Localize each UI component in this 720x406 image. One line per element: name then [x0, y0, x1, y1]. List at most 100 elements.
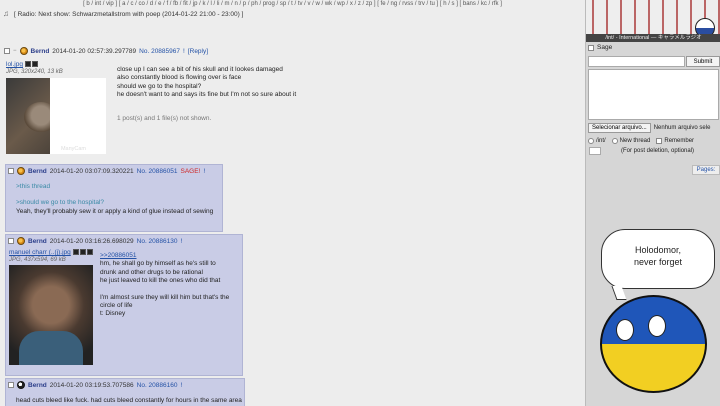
name-row: Submit — [586, 56, 720, 67]
reply-comment: >this thread >should we go to the hospit… — [16, 183, 213, 216]
omitted-notice: 1 post(s) and 1 file(s) not shown. — [117, 115, 212, 122]
banner-title: /int/ - International — キャラメルラジオ — [586, 34, 720, 42]
post-number[interactable]: No. 20886051 — [137, 168, 178, 175]
sage-option: Sage — [588, 44, 720, 51]
hide-thread-button[interactable]: − — [13, 48, 17, 54]
ukraine-countryball — [600, 295, 707, 393]
post-marker[interactable]: ! — [183, 48, 185, 55]
board-navigation[interactable]: [ b / int / vip ] [ a / c / co / d / e /… — [0, 0, 585, 9]
poster-name: Bernd — [28, 167, 47, 175]
right-eye — [648, 315, 666, 337]
op-file-info: lol.jpg JPG, 320x240, 13 kB — [6, 61, 106, 75]
sage-label: Sage — [597, 44, 613, 51]
password-input[interactable] — [589, 147, 601, 155]
board-label: /int/ — [596, 138, 606, 144]
comment-line: he just leaved to kill the ones who did … — [100, 277, 221, 285]
sage-label: SAGE! — [180, 167, 201, 175]
op-file-link[interactable]: lol.jpg — [6, 61, 23, 68]
new-thread-radio[interactable] — [611, 138, 618, 144]
comment-line: should we go to the hospital? — [117, 82, 202, 90]
password-note: (For post deletion, optional) — [621, 148, 695, 154]
comment-line: circle of life — [100, 302, 133, 310]
post-number[interactable]: No. 20885967 — [139, 48, 180, 55]
speech-bubble: Holodomor, never forget — [601, 229, 715, 289]
reply-header: Bernd 2014-01-20 03:07:09.320221 No. 208… — [8, 167, 220, 175]
board-radio[interactable] — [588, 138, 594, 144]
expand-icon[interactable] — [24, 61, 31, 68]
reply-link[interactable]: [Reply] — [188, 48, 208, 55]
op-comment: close up I can see a bit of his skull an… — [117, 66, 296, 100]
new-thread-label: New thread — [619, 138, 651, 144]
comment-line: also constantly blood is flowing over is… — [117, 74, 242, 82]
file-row: Selecionar arquivo... Nenhum arquivo sel… — [588, 123, 720, 133]
op-thumbnail[interactable]: ManyCam — [6, 78, 106, 154]
radio-text[interactable]: [ Radio: Next show: Schwarzmetallstrom w… — [14, 11, 243, 18]
radio-bar: ♫ [ Radio: Next show: Schwarzmetallstrom… — [3, 10, 243, 18]
poster-name: Bernd — [30, 47, 50, 55]
greentext-line: >should we go to the hospital? — [16, 199, 104, 207]
country-flag-icon — [17, 381, 25, 389]
pages-button[interactable]: Pages: — [692, 165, 720, 175]
reply-file-info: manuel charr (..(j).jpg JPG, 437x594, 69… — [9, 249, 93, 263]
reply-file-meta: JPG, 437x594, 69 kB — [9, 257, 66, 263]
speech-line: Holodomor, — [634, 245, 682, 255]
quote-link[interactable]: >>20886051 — [100, 252, 229, 260]
country-flag-icon — [19, 47, 28, 55]
greentext-line: >this thread — [16, 183, 51, 190]
download-icon[interactable] — [86, 249, 93, 256]
poster-name: Bernd — [28, 237, 47, 245]
reply-thumbnail[interactable] — [9, 265, 93, 365]
search-image-icon[interactable] — [31, 61, 38, 68]
remember-option: Remember — [656, 138, 694, 144]
thumb-shirt — [19, 331, 83, 365]
board-option: /int/ — [588, 138, 606, 144]
comment-line: head cuts bleed like fuck. had cuts blee… — [16, 397, 242, 404]
reply-header: Bernd 2014-01-20 03:19:53.707586 No. 208… — [8, 381, 242, 389]
comment-line: close up I can see a bit of his skull an… — [117, 66, 283, 73]
reply-checkbox[interactable] — [8, 168, 14, 174]
board-banner[interactable]: /int/ - International — キャラメルラジオ — [586, 0, 720, 42]
submit-button[interactable]: Submit — [686, 56, 720, 67]
post-marker[interactable]: ! — [203, 168, 205, 175]
post-date: 2014-01-20 03:07:09.320221 — [49, 167, 134, 175]
comment-line: he doesn't want to and says its fine but… — [117, 91, 297, 99]
no-file-label: Nenhum arquivo sele — [653, 125, 711, 131]
comment-line: t: Disney — [100, 310, 126, 318]
country-flag-icon — [17, 167, 25, 175]
post-marker[interactable]: ! — [180, 382, 182, 389]
music-note-icon: ♫ — [3, 9, 9, 18]
speech-line: never forget — [633, 257, 683, 267]
comment-line: Yeah, they'll probably sew it or apply a… — [16, 207, 214, 215]
op-checkbox[interactable] — [4, 48, 10, 54]
post-number[interactable]: No. 20886160 — [137, 382, 178, 389]
comment-line: drunk and other drugs to be rational — [100, 268, 203, 276]
post-date: 2014-01-20 03:19:53.707586 — [49, 381, 134, 389]
reply-post: Bernd 2014-01-20 03:19:53.707586 No. 208… — [5, 378, 245, 406]
op-file-meta: JPG, 320x240, 13 kB — [6, 69, 63, 75]
sage-checkbox[interactable] — [588, 44, 594, 51]
file-action-icons — [72, 249, 93, 256]
search-image-icon[interactable] — [79, 249, 86, 256]
thumb-watermark: ManyCam — [60, 146, 86, 152]
post-marker[interactable]: ! — [180, 238, 182, 245]
reply-file-link[interactable]: manuel charr (..(j).jpg — [9, 249, 71, 256]
file-action-icons — [24, 61, 38, 68]
remember-checkbox[interactable] — [656, 138, 663, 144]
choose-file-button[interactable]: Selecionar arquivo... — [588, 123, 651, 133]
reply-header: Bernd 2014-01-20 03:16:26.698029 No. 208… — [8, 237, 240, 245]
post-date: 2014-01-20 03:16:26.698029 — [49, 237, 134, 245]
name-input[interactable] — [588, 56, 685, 67]
comment-line: I'm almost sure they will kill him but t… — [100, 293, 230, 301]
post-options: /int/ New thread Remember — [588, 138, 720, 144]
thumb-redaction — [50, 78, 106, 106]
comment-textarea[interactable] — [588, 69, 719, 120]
reply-comment: >>20886051 hm, he shall go by himself as… — [100, 252, 229, 319]
reply-checkbox[interactable] — [8, 238, 14, 244]
comment-line: hm, he shall go by himself as he's still… — [100, 260, 216, 268]
reply-checkbox[interactable] — [8, 382, 14, 388]
expand-icon[interactable] — [72, 249, 79, 256]
reply-post: Bernd 2014-01-20 03:07:09.320221 No. 208… — [5, 164, 223, 232]
post-number[interactable]: No. 20886130 — [137, 238, 178, 245]
